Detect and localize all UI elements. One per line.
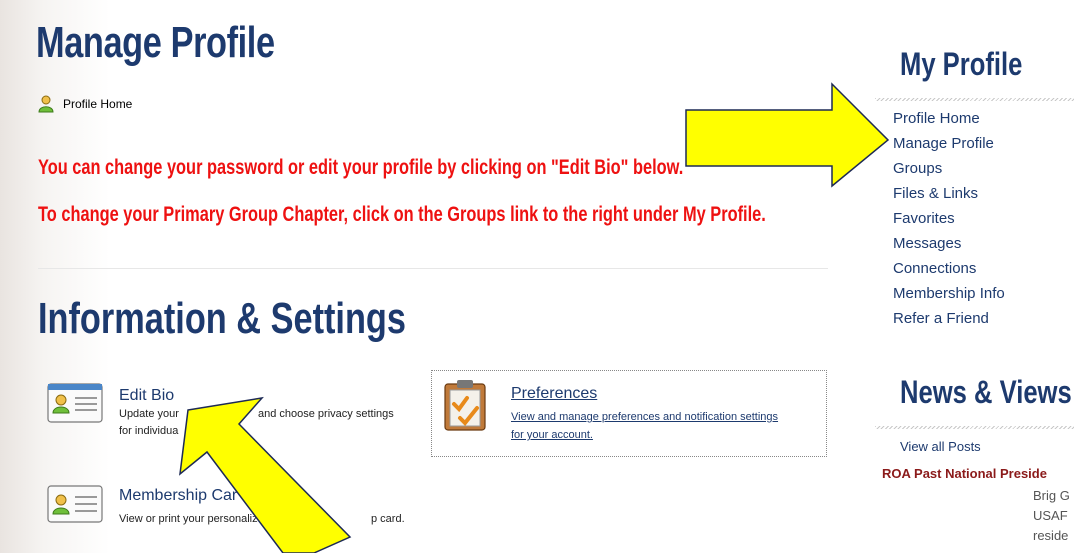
sidebar-nav: Profile Home Manage Profile Groups Files…	[893, 106, 1005, 331]
divider	[38, 268, 828, 269]
page-title: Manage Profile	[36, 18, 275, 67]
sidebar-item-membership-info[interactable]: Membership Info	[893, 281, 1005, 306]
edit-bio-link[interactable]: Edit Bio	[119, 387, 174, 405]
sidebar-item-connections[interactable]: Connections	[893, 256, 1005, 281]
notice-password: You can change your password or edit you…	[38, 156, 684, 179]
news-line-2: USAF	[1033, 508, 1068, 523]
preferences-link[interactable]: Preferences	[511, 385, 597, 403]
notice-group-chapter: To change your Primary Group Chapter, cl…	[38, 203, 766, 226]
sidebar-item-messages[interactable]: Messages	[893, 231, 1005, 256]
news-line-3: reside	[1033, 528, 1069, 543]
sidebar-title: My Profile	[900, 46, 1023, 82]
sidebar-item-files-links[interactable]: Files & Links	[893, 181, 1005, 206]
view-all-posts-link[interactable]: View all Posts	[900, 439, 981, 454]
clipboard-check-icon[interactable]	[441, 378, 489, 432]
sidebar-item-profile-home[interactable]: Profile Home	[893, 106, 1005, 131]
news-divider	[875, 426, 1074, 429]
section-title: Information & Settings	[38, 294, 406, 343]
person-icon	[38, 95, 54, 113]
news-title: News & Views	[900, 374, 1072, 410]
membership-card-icon[interactable]	[47, 484, 103, 524]
membership-card-link[interactable]: Membership Car	[119, 487, 237, 505]
sidebar-item-manage-profile[interactable]: Manage Profile	[893, 131, 1005, 156]
sidebar-divider	[875, 98, 1074, 101]
breadcrumb-label[interactable]: Profile Home	[63, 97, 132, 111]
sidebar-item-favorites[interactable]: Favorites	[893, 206, 1005, 231]
edit-bio-desc-1b: and choose privacy settings	[258, 408, 394, 420]
membership-card-desc-a: View or print your personaliz	[119, 513, 258, 525]
preferences-desc[interactable]: View and manage preferences and notifica…	[511, 408, 781, 444]
sidebar-item-groups[interactable]: Groups	[893, 156, 1005, 181]
profile-card-icon[interactable]	[47, 380, 103, 424]
news-headline[interactable]: ROA Past National Preside	[882, 466, 1047, 481]
edit-bio-desc-1: Update your	[119, 408, 179, 420]
breadcrumb[interactable]: Profile Home	[37, 95, 132, 113]
news-line-1: Brig G	[1033, 488, 1070, 503]
sidebar-item-refer-friend[interactable]: Refer a Friend	[893, 306, 1005, 331]
background-fade	[0, 0, 110, 553]
membership-card-desc-b: p card.	[371, 513, 405, 525]
edit-bio-desc-2: for individua	[119, 425, 179, 437]
